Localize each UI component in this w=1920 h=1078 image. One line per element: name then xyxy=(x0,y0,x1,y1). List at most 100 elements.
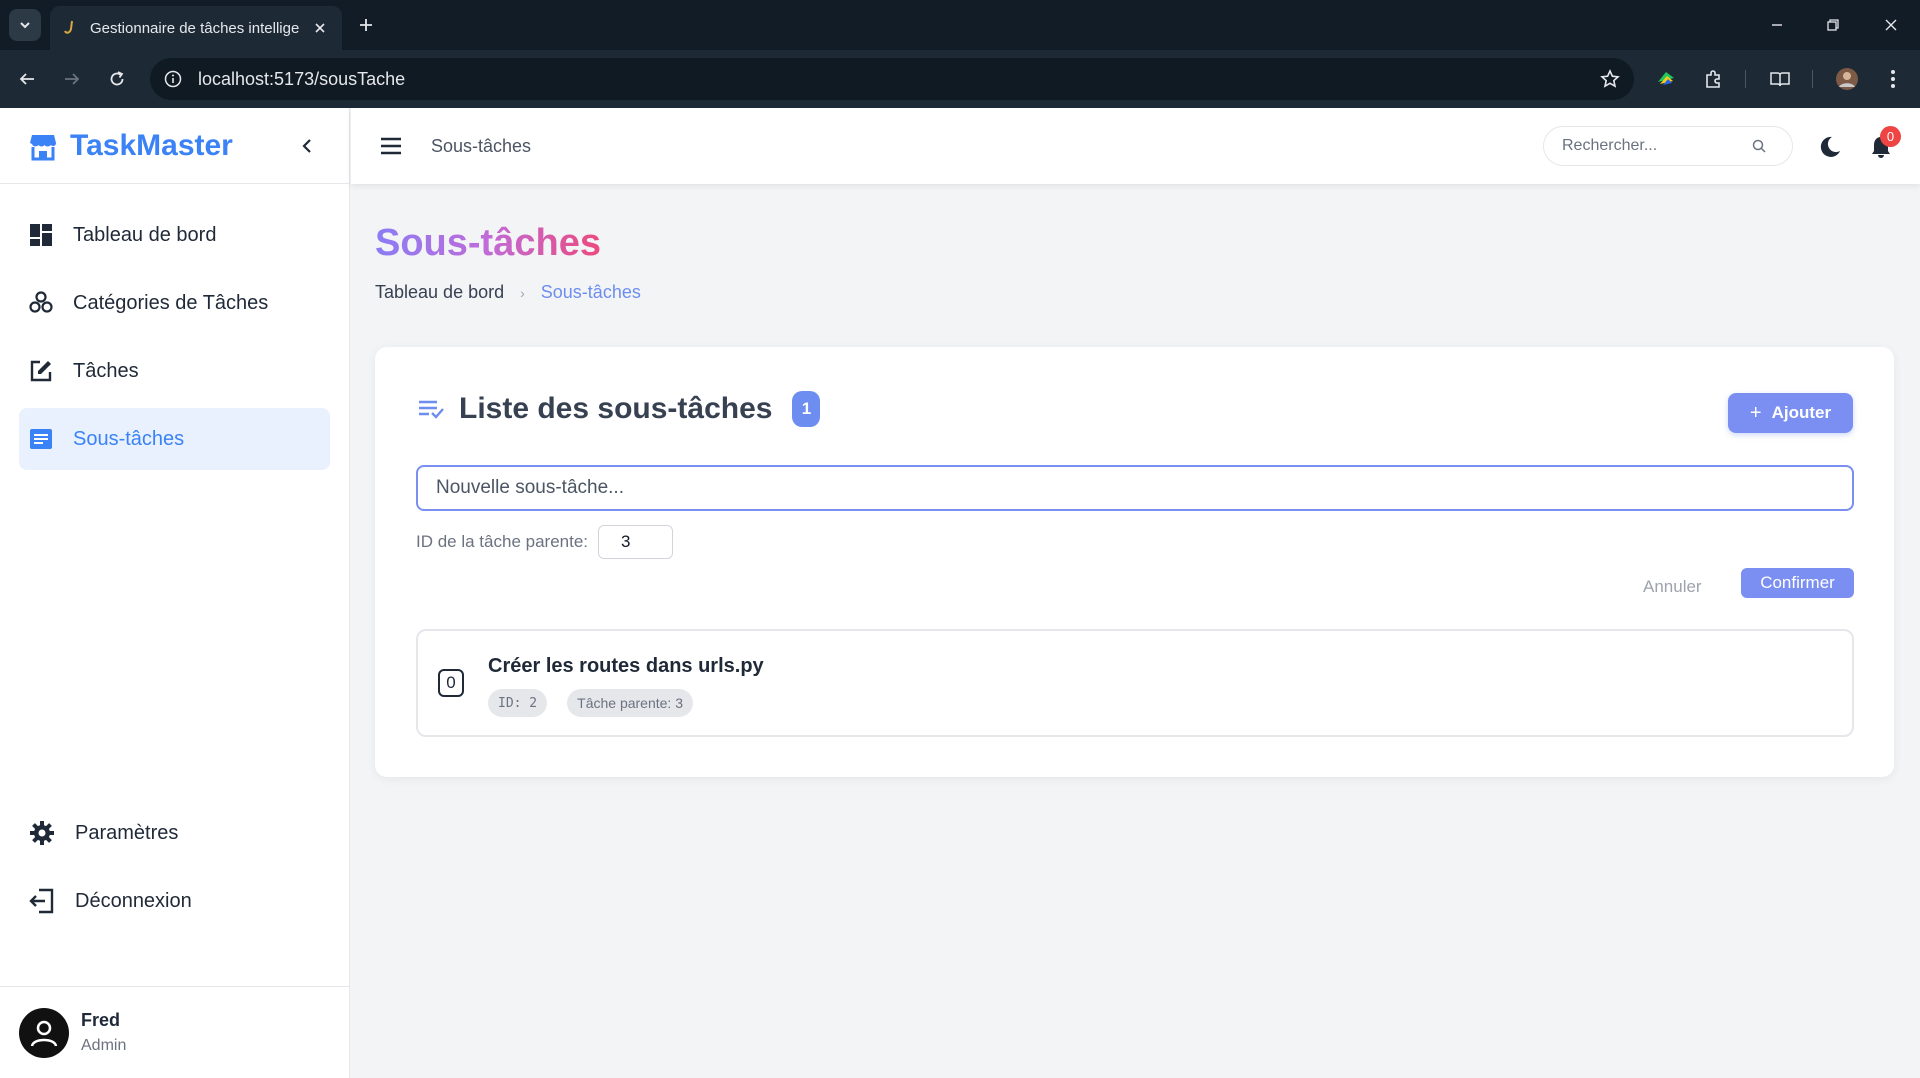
reading-mode-button[interactable] xyxy=(1765,64,1795,94)
sidebar-item-subtasks[interactable]: Sous-tâches xyxy=(19,408,330,470)
user-icon xyxy=(30,1020,58,1047)
add-button-label: Ajouter xyxy=(1771,403,1832,422)
arrow-right-icon xyxy=(65,73,80,85)
forward-button[interactable] xyxy=(57,64,87,94)
subtask-id-tag: ID: 2 xyxy=(488,689,548,717)
checklist-icon xyxy=(419,400,444,419)
sidebar-item-label: Catégories de Tâches xyxy=(73,291,269,314)
site-info-icon[interactable] xyxy=(164,70,182,88)
arrow-left-icon xyxy=(19,73,34,85)
collapse-sidebar-button[interactable] xyxy=(293,132,321,160)
puzzle-icon xyxy=(1706,70,1720,88)
breadcrumb-home-link[interactable]: Tableau de bord xyxy=(375,282,504,303)
browser-tabbar: Gestionnaire de tâches intelligent xyxy=(0,0,1920,50)
sidebar-item-logout[interactable]: Déconnexion xyxy=(19,870,331,932)
profile-button[interactable] xyxy=(1832,64,1862,94)
profile-avatar-icon xyxy=(1836,68,1858,90)
subtask-item[interactable]: 0 Créer les routes dans urls.py ID: 2 Tâ… xyxy=(416,629,1854,737)
user-role: Admin xyxy=(81,1037,127,1054)
sidebar-item-tasks[interactable]: Tâches xyxy=(19,340,330,402)
subtasks-card: Liste des sous-tâches 1 + Ajouter ID de … xyxy=(375,347,1894,777)
app-favicon-icon xyxy=(64,20,73,34)
subtask-count-badge: 1 xyxy=(792,391,821,427)
back-button[interactable] xyxy=(12,64,42,94)
tab-list-button[interactable] xyxy=(9,9,41,41)
logout-icon xyxy=(29,888,54,914)
parent-id-label: ID de la tâche parente: xyxy=(416,532,589,551)
add-subtask-button[interactable]: + Ajouter xyxy=(1728,393,1853,433)
user-name: Fred xyxy=(81,1010,121,1030)
sidebar-item-settings[interactable]: Paramètres xyxy=(19,802,331,864)
extensions-menu-button[interactable] xyxy=(1698,64,1728,94)
subtask-checkbox[interactable]: 0 xyxy=(438,669,464,697)
toolbar-divider xyxy=(1745,70,1746,88)
dashboard-icon xyxy=(30,224,52,246)
minimize-button[interactable] xyxy=(1762,10,1792,40)
confirm-button[interactable]: Confirmer xyxy=(1741,568,1854,598)
restore-button[interactable] xyxy=(1818,10,1848,40)
sidebar-item-label: Tableau de bord xyxy=(73,223,217,246)
hamburger-icon xyxy=(381,137,401,155)
sidebar-item-label: Paramètres xyxy=(75,821,179,844)
extension-button[interactable] xyxy=(1651,64,1681,94)
close-icon xyxy=(1885,19,1897,31)
moon-icon xyxy=(1820,136,1840,157)
brand-name[interactable]: TaskMaster xyxy=(70,129,233,163)
extension-colorful-icon xyxy=(1658,72,1674,85)
notification-count-badge: 0 xyxy=(1880,126,1901,147)
breadcrumb: Tableau de bord › Sous-tâches xyxy=(375,282,641,303)
sidebar-item-categories[interactable]: Catégories de Tâches xyxy=(19,272,330,334)
minimize-icon xyxy=(1772,24,1782,26)
header-title: Sous-tâches xyxy=(431,135,532,156)
kebab-menu-icon xyxy=(1891,70,1895,88)
search-icon[interactable] xyxy=(1752,139,1766,153)
new-subtask-input[interactable] xyxy=(416,465,1854,511)
plus-icon: + xyxy=(1749,401,1762,424)
store-logo-icon xyxy=(30,134,56,160)
browser-menu-button[interactable] xyxy=(1878,64,1908,94)
new-tab-button[interactable] xyxy=(352,11,380,39)
chevron-down-icon xyxy=(20,22,30,29)
search-input[interactable] xyxy=(1562,137,1752,155)
menu-toggle-button[interactable] xyxy=(375,130,407,162)
sidebar-item-dashboard[interactable]: Tableau de bord xyxy=(19,204,330,266)
sidebar-item-label: Tâches xyxy=(73,359,139,382)
sidebar-item-label: Sous-tâches xyxy=(73,427,185,450)
gear-icon xyxy=(30,821,54,845)
subtask-icon xyxy=(30,429,52,449)
subtask-title: Créer les routes dans urls.py xyxy=(488,655,764,677)
parent-id-row: ID de la tâche parente: xyxy=(416,525,674,559)
plus-icon xyxy=(360,19,372,31)
sidebar: TaskMaster Tableau de bord Catégories de… xyxy=(0,108,350,1078)
address-bar[interactable]: localhost:5173/sousTache xyxy=(150,58,1634,100)
theme-toggle-button[interactable] xyxy=(1815,132,1845,162)
edit-task-icon xyxy=(30,360,52,382)
search-box xyxy=(1543,126,1793,166)
close-window-button[interactable] xyxy=(1876,10,1906,40)
restore-icon xyxy=(1827,19,1839,31)
breadcrumb-current: Sous-tâches xyxy=(540,282,641,302)
avatar xyxy=(19,1007,69,1058)
top-header: Sous-tâches 0 xyxy=(351,108,1920,184)
sidebar-item-label: Déconnexion xyxy=(75,889,192,912)
card-title: Liste des sous-tâches xyxy=(459,392,773,425)
brand: TaskMaster xyxy=(0,108,349,184)
url-text[interactable]: localhost:5173/sousTache xyxy=(198,69,405,90)
parent-id-input[interactable] xyxy=(598,525,674,559)
toolbar-divider xyxy=(1812,70,1813,88)
subtask-tags: ID: 2 Tâche parente: 3 xyxy=(488,689,713,717)
bookmark-star-icon[interactable] xyxy=(1600,69,1620,89)
breadcrumb-chevron-icon: › xyxy=(520,284,525,301)
reading-mode-icon xyxy=(1770,72,1790,87)
categories-icon xyxy=(29,291,53,313)
tab-close-icon[interactable] xyxy=(310,18,330,38)
reload-icon xyxy=(110,71,124,86)
browser-tab[interactable]: Gestionnaire de tâches intelligent xyxy=(50,6,342,50)
user-profile[interactable]: Fred Admin xyxy=(0,986,350,1078)
sidebar-nav: Tableau de bord Catégories de Tâches Tâc… xyxy=(0,184,349,496)
cancel-button[interactable]: Annuler xyxy=(1643,572,1702,602)
browser-toolbar: localhost:5173/sousTache xyxy=(0,50,1920,108)
sidebar-bottom-nav: Paramètres Déconnexion xyxy=(19,802,331,938)
reload-button[interactable] xyxy=(102,64,132,94)
subtask-parent-tag: Tâche parente: 3 xyxy=(567,689,693,717)
